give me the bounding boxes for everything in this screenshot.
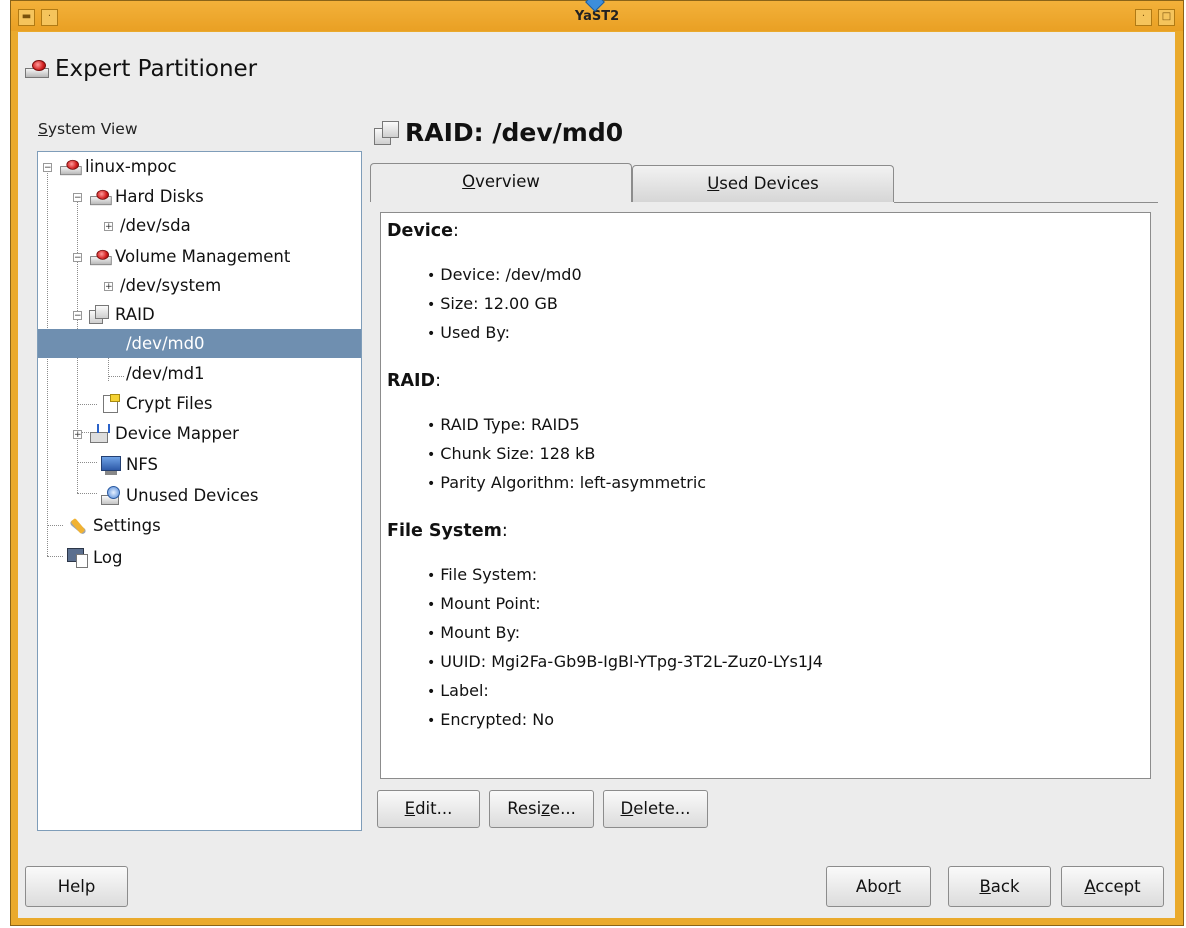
tree-item-label: Volume Management [115, 247, 291, 266]
app-header: Expert Partitioner [25, 56, 257, 82]
hard-disk-icon [90, 249, 112, 265]
tree-item-label: Log [93, 548, 123, 567]
app-title: Expert Partitioner [55, 56, 258, 82]
accept-button[interactable]: Accept [1061, 866, 1164, 907]
abort-button[interactable]: Abort [826, 866, 931, 907]
detail-item: UUID: Mgi2Fa-Gb9B-IgBl-YTpg-3T2L-Zuz0-LY… [427, 647, 1144, 676]
section-heading-file-system: File System: [387, 521, 508, 541]
tree-item-label: /dev/system [120, 276, 222, 295]
tree-item-label: NFS [126, 455, 159, 474]
system-view-label: System View [38, 120, 138, 138]
back-button[interactable]: Back [948, 866, 1051, 907]
disc-drive-icon [100, 486, 122, 506]
section-heading-raid: RAID: [387, 371, 441, 391]
detail-item: Mount Point: [427, 589, 1144, 618]
tree-item-crypt-files[interactable]: Crypt Files [100, 391, 212, 417]
tree-item-log[interactable]: Log [67, 545, 122, 571]
help-button[interactable]: Help [25, 866, 128, 907]
tree-item-label: Hard Disks [115, 187, 204, 206]
expand-icon[interactable]: + [104, 281, 113, 291]
raid-details: RAID Type: RAID5 Chunk Size: 128 kB Pari… [387, 410, 1144, 497]
tree-item-label: Crypt Files [126, 394, 213, 413]
raid-icon [374, 120, 400, 145]
tree-item-linux-mpoc[interactable]: − linux-mpoc [43, 154, 177, 180]
resize-button[interactable]: Resize... [489, 790, 594, 828]
detail-item: Used By: [427, 318, 1144, 347]
tree-item-label: Unused Devices [126, 486, 259, 505]
tree-item-label: /dev/md1 [126, 364, 205, 383]
tree-item-label: Device Mapper [115, 424, 239, 443]
detail-item: File System: [427, 560, 1144, 589]
tree-item-label: /dev/md0 [126, 334, 205, 353]
tree-item-dev-system[interactable]: + /dev/system [104, 273, 221, 299]
detail-title: RAID: /dev/md0 [405, 118, 624, 147]
minimize-button[interactable]: · [1135, 9, 1152, 26]
expand-icon[interactable]: + [73, 429, 82, 439]
tools-icon [67, 516, 89, 536]
detail-item: Label: [427, 676, 1144, 705]
detail-item: Encrypted: No [427, 705, 1144, 734]
collapse-icon[interactable]: − [43, 162, 52, 172]
tree-item-dev-sda[interactable]: + /dev/sda [104, 213, 191, 239]
tree-item-volume-management[interactable]: − Volume Management [73, 244, 290, 270]
collapse-icon[interactable]: − [73, 310, 82, 320]
hard-disk-icon [90, 189, 112, 205]
detail-item: RAID Type: RAID5 [427, 410, 1144, 439]
detail-item: Chunk Size: 128 kB [427, 439, 1144, 468]
tree-item-label: RAID [115, 305, 155, 324]
hard-disk-icon [25, 60, 49, 78]
tree-item-settings[interactable]: Settings [67, 513, 161, 539]
overview-panel[interactable]: Device: Device: /dev/md0 Size: 12.00 GB … [380, 212, 1151, 779]
tree-item-dev-md0[interactable]: /dev/md0 [126, 331, 205, 357]
tree-item-hard-disks[interactable]: − Hard Disks [73, 184, 204, 210]
system-view-tree[interactable]: − linux-mpoc − Hard Disks + /dev/sda − V… [37, 151, 362, 831]
tree-item-label: /dev/sda [120, 216, 191, 235]
delete-button[interactable]: Delete... [603, 790, 708, 828]
raid-icon [89, 305, 111, 325]
expand-icon[interactable]: + [104, 221, 113, 231]
tree-item-nfs[interactable]: NFS [100, 452, 158, 478]
tree-item-dev-md1[interactable]: /dev/md1 [126, 361, 205, 387]
detail-item: Mount By: [427, 618, 1144, 647]
collapse-icon[interactable]: − [73, 192, 82, 202]
detail-item: Size: 12.00 GB [427, 289, 1144, 318]
detail-item: Device: /dev/md0 [427, 260, 1144, 289]
tab-overview[interactable]: Overview [370, 163, 632, 202]
network-monitor-icon [100, 455, 122, 475]
collapse-icon[interactable]: − [73, 252, 82, 262]
tree-item-unused-devices[interactable]: Unused Devices [100, 483, 258, 509]
window-title: YaST2 [574, 9, 620, 24]
hard-disk-icon [60, 159, 82, 175]
edit-button[interactable]: Edit... [377, 790, 480, 828]
maximize-button[interactable]: □ [1158, 9, 1175, 26]
crypt-file-icon [100, 394, 122, 414]
tree-item-raid[interactable]: − RAID [73, 302, 155, 328]
device-mapper-icon [89, 424, 111, 444]
tab-used-devices[interactable]: Used Devices [632, 165, 894, 202]
tab-divider [894, 202, 1158, 203]
tree-item-label: Settings [93, 516, 161, 535]
file-system-details: File System: Mount Point: Mount By: UUID… [387, 560, 1144, 734]
detail-header: RAID: /dev/md0 [374, 118, 623, 147]
detail-item: Parity Algorithm: left-asymmetric [427, 468, 1144, 497]
section-heading-device: Device: [387, 221, 459, 241]
window-frame: ▬ · YaST2 · □ Expert Partitioner System … [10, 0, 1184, 926]
client-area: Expert Partitioner System View − linux-m… [18, 32, 1175, 918]
device-details: Device: /dev/md0 Size: 12.00 GB Used By: [387, 260, 1144, 347]
tree-item-device-mapper[interactable]: + Device Mapper [73, 421, 239, 447]
tree-item-label: linux-mpoc [85, 157, 177, 176]
log-icon [67, 548, 89, 568]
